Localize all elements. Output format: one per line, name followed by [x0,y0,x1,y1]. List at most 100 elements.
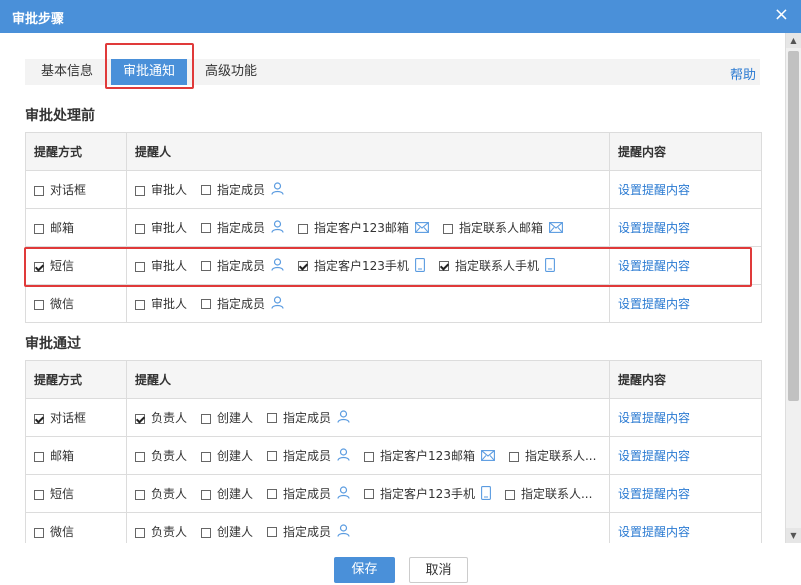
recipients-cell: 审批人 指定成员 [126,284,610,323]
recipient-checkbox[interactable] [298,261,309,271]
recipient-checkbox[interactable] [364,451,375,462]
scroll-up-icon[interactable]: ▲ [786,33,801,48]
method-label: 短信 [50,259,75,273]
recipient-option[interactable]: 创建人 [201,409,253,426]
recipient-option[interactable]: 指定客户123手机 [298,257,425,275]
save-button[interactable]: 保存 [334,557,395,583]
recipient-checkbox[interactable] [201,261,212,272]
method-label: 微信 [50,297,75,311]
recipient-option[interactable]: 指定联系人手机 [438,257,555,275]
close-icon[interactable]: × [774,6,789,24]
recipient-option[interactable]: 指定客户123邮箱 [364,447,495,464]
recipient-option[interactable]: 创建人 [201,447,253,464]
tab-basic-info[interactable]: 基本信息 [29,59,105,85]
recipient-checkbox[interactable] [508,451,519,462]
scroll-thumb[interactable] [788,51,799,401]
recipient-checkbox[interactable] [135,451,145,462]
recipient-label: 负责人 [151,525,188,539]
recipient-option[interactable]: 审批人 [135,181,187,198]
set-reminder-content-link[interactable]: 设置提醒内容 [618,487,690,501]
recipient-checkbox[interactable] [267,489,278,500]
recipient-checkbox[interactable] [135,223,145,234]
recipient-label: 负责人 [151,449,188,463]
vertical-scrollbar[interactable]: ▲ ▼ [785,33,801,543]
recipient-checkbox[interactable] [201,451,212,462]
recipient-option[interactable]: 指定成员 [201,295,284,313]
recipient-checkbox[interactable] [364,489,375,499]
method-checkbox[interactable] [34,299,44,310]
recipient-option[interactable]: 创建人 [201,485,253,502]
method-cell: 微信 [25,284,127,323]
cancel-button[interactable]: 取消 [409,557,468,583]
set-reminder-content-link[interactable]: 设置提醒内容 [618,297,690,311]
recipient-checkbox[interactable] [201,527,212,538]
recipient-option[interactable]: 指定成员 [267,523,350,541]
method-checkbox[interactable] [34,489,44,500]
recipient-option[interactable]: 指定联系人... [508,447,596,464]
recipient-checkbox[interactable] [504,489,515,500]
set-reminder-content-link[interactable]: 设置提醒内容 [618,183,690,197]
set-reminder-content-link[interactable]: 设置提醒内容 [618,259,690,273]
set-reminder-content-link[interactable]: 设置提醒内容 [618,525,690,539]
user-icon[interactable] [271,296,284,312]
recipient-checkbox[interactable] [135,299,145,310]
method-checkbox[interactable] [34,261,44,272]
method-checkbox[interactable] [34,185,44,196]
user-icon[interactable] [271,220,284,236]
recipient-checkbox[interactable] [201,489,212,500]
recipient-option[interactable]: 负责人 [135,485,187,502]
recipient-option[interactable]: 负责人 [135,447,187,464]
set-reminder-content-link[interactable]: 设置提醒内容 [618,449,690,463]
tab-approval-notification[interactable]: 审批通知 [111,59,188,85]
recipient-option[interactable]: 指定成员 [201,181,284,199]
user-icon[interactable] [271,258,284,274]
user-icon[interactable] [337,448,350,464]
recipient-checkbox[interactable] [135,489,145,500]
recipient-option[interactable]: 指定成员 [201,219,284,237]
recipients-cell: 审批人 指定成员 [126,170,610,209]
recipient-option[interactable]: 指定客户123邮箱 [298,219,429,236]
recipient-checkbox[interactable] [267,527,278,538]
recipient-option[interactable]: 指定联系人... [504,485,592,502]
set-reminder-content-link[interactable]: 设置提醒内容 [618,411,690,425]
recipient-option[interactable]: 审批人 [135,295,187,312]
dialog-title: 审批步骤 [12,12,65,27]
recipient-checkbox[interactable] [438,261,449,271]
recipient-option[interactable]: 指定联系人邮箱 [442,219,563,236]
tab-advanced[interactable]: 高级功能 [193,59,269,85]
recipient-option[interactable]: 指定成员 [267,447,350,465]
recipient-checkbox[interactable] [201,185,212,196]
help-link[interactable]: 帮助 [730,64,756,83]
recipient-option[interactable]: 指定成员 [267,409,350,427]
user-icon[interactable] [337,486,350,502]
set-reminder-content-link[interactable]: 设置提醒内容 [618,221,690,235]
recipient-checkbox[interactable] [298,223,309,234]
recipient-checkbox[interactable] [135,261,145,272]
recipient-checkbox[interactable] [442,223,453,234]
recipient-checkbox[interactable] [201,223,212,234]
recipient-checkbox[interactable] [135,413,145,424]
method-checkbox[interactable] [34,413,44,424]
recipient-checkbox[interactable] [135,527,145,538]
recipient-checkbox[interactable] [201,413,212,424]
method-checkbox[interactable] [34,451,44,462]
recipient-option[interactable]: 负责人 [135,409,187,426]
recipient-option[interactable]: 创建人 [201,523,253,540]
scroll-down-icon[interactable]: ▼ [786,528,801,543]
method-checkbox[interactable] [34,527,44,538]
method-checkbox[interactable] [34,223,44,234]
recipient-checkbox[interactable] [201,299,212,310]
recipients-cell: 审批人 指定成员 指定客户123邮箱 指定联系人邮箱 [126,208,610,247]
recipient-checkbox[interactable] [135,185,145,196]
user-icon[interactable] [337,410,350,426]
user-icon[interactable] [337,524,350,540]
recipient-option[interactable]: 审批人 [135,257,187,274]
recipient-checkbox[interactable] [267,451,278,462]
recipient-option[interactable]: 指定客户123手机 [364,485,491,503]
user-icon[interactable] [271,182,284,198]
recipient-option[interactable]: 负责人 [135,523,187,540]
recipient-option[interactable]: 指定成员 [267,485,350,503]
recipient-option[interactable]: 审批人 [135,219,187,236]
recipient-option[interactable]: 指定成员 [201,257,284,275]
recipient-checkbox[interactable] [267,413,278,424]
